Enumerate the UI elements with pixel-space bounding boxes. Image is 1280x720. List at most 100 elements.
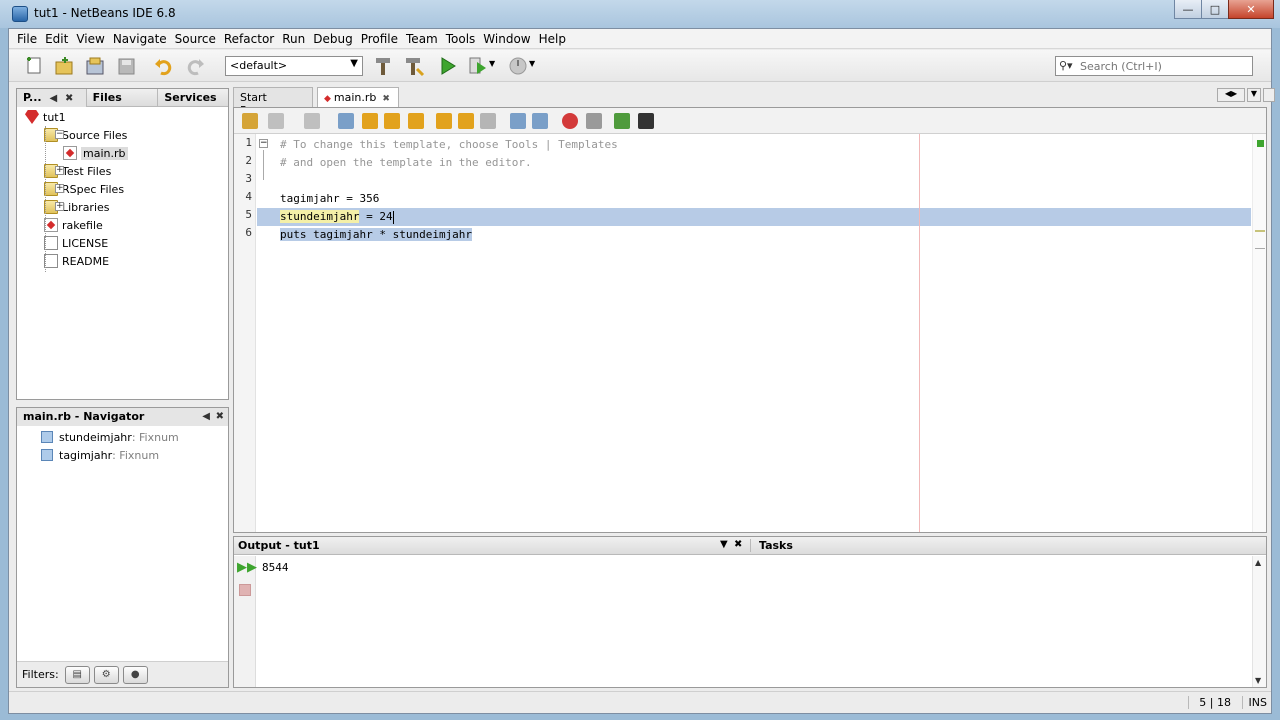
menu-source[interactable]: Source [171,32,220,46]
shift-right-icon[interactable] [532,113,548,129]
tree-item-label: LICENSE [62,236,109,250]
chevron-down-icon[interactable]: ▼ [1255,676,1261,685]
redo-button[interactable] [184,55,206,77]
search-input[interactable] [1080,58,1248,74]
find-next-icon[interactable] [384,113,400,129]
expand-icon[interactable]: + [55,166,64,175]
tree-item[interactable]: + Libraries [44,198,110,216]
toggle-bookmark-icon[interactable] [480,113,496,129]
find-previous-icon[interactable] [362,113,378,129]
minimize-window-icon[interactable]: ◀ [202,411,210,422]
close-icon[interactable]: ✖ [734,539,742,550]
collapse-icon[interactable]: − [55,130,64,139]
stripe-mark[interactable] [1255,248,1265,249]
new-file-button[interactable] [23,55,45,77]
save-all-button[interactable] [115,55,137,77]
shift-left-icon[interactable] [510,113,526,129]
filter-static-button[interactable]: ⚙ [93,665,119,684]
tab-list-button[interactable]: ▼ [1247,88,1261,102]
tree-item[interactable]: + RSpec Files [44,180,124,198]
next-bookmark-icon[interactable] [458,113,474,129]
undo-button[interactable] [153,55,175,77]
expand-icon[interactable]: + [55,202,64,211]
maximize-editor-button[interactable] [1263,88,1275,102]
navigator-item[interactable]: stundeimjahr : Fixnum [41,428,179,446]
tab-projects[interactable]: P... ◀ ✖ [17,89,87,107]
tab-main-rb-label: main.rb [333,91,377,104]
profile-menu-button[interactable]: ▼ [529,55,539,77]
run-button[interactable] [437,55,459,77]
navigator-item[interactable]: tagimjahr : Fixnum [41,446,159,464]
build-button[interactable] [373,55,395,77]
filter-fields-button[interactable]: ▤ [64,665,90,684]
new-project-button[interactable] [53,55,75,77]
forward-button[interactable] [304,113,320,129]
menu-refactor[interactable]: Refactor [220,32,278,46]
fields-filter-icon: ▤ [72,669,82,680]
configuration-dropdown[interactable]: <default> ▼ [225,56,363,76]
fold-toggle-icon[interactable]: − [259,139,268,148]
last-edit-button[interactable] [242,113,258,129]
menu-team[interactable]: Team [402,32,442,46]
tab-start-page[interactable]: Start Page✖ [233,87,313,117]
tasks-title[interactable]: Tasks [750,539,793,552]
close-button[interactable]: ✕ [1228,0,1274,19]
output-scrollbar[interactable]: ▲ ▼ [1252,556,1266,687]
minimize-window-icon[interactable]: ◀ [49,93,57,104]
stop-macro-icon[interactable] [586,113,602,129]
menu-debug[interactable]: Debug [309,32,356,46]
debug-button[interactable] [467,55,489,77]
start-macro-icon[interactable] [562,113,578,129]
quick-search[interactable]: ⚲▾ [1055,56,1253,76]
tab-services[interactable]: Services [158,89,228,107]
back-button[interactable] [268,113,284,129]
debug-menu-button[interactable]: ▼ [489,55,499,77]
tree-item[interactable]: README [44,252,109,270]
minimize-button[interactable]: — [1174,0,1202,19]
maximize-button[interactable]: □ [1201,0,1229,19]
tree-item-label: tut1 [43,110,66,124]
tab-files[interactable]: Files [87,89,159,107]
expand-icon[interactable]: + [55,184,64,193]
open-project-button[interactable] [84,55,106,77]
tab-scroll-buttons[interactable]: ◀▶ [1217,88,1245,102]
tree-item[interactable]: rakefile [44,216,103,234]
toggle-highlight-icon[interactable] [408,113,424,129]
rerun-icon[interactable]: ▶▶ [237,560,257,575]
menu-file[interactable]: File [13,32,41,46]
uncomment-icon[interactable] [638,113,654,129]
stop-icon[interactable] [239,584,251,596]
menu-tools[interactable]: Tools [442,32,480,46]
output-text: 8544 [262,561,289,574]
tree-guide [45,126,46,272]
output-title[interactable]: Output - tut1 [238,539,320,552]
tree-item[interactable]: − Source Files [44,126,127,144]
close-icon[interactable]: ✖ [65,93,73,104]
previous-bookmark-icon[interactable] [436,113,452,129]
close-icon[interactable]: ✖ [216,411,224,422]
comment-icon[interactable] [614,113,630,129]
menu-help[interactable]: Help [535,32,570,46]
code-text-area[interactable]: − # To change this template, choose Tool… [257,134,1251,532]
menu-navigate[interactable]: Navigate [109,32,171,46]
tab-main-rb[interactable]: ◆ main.rb ✖ [317,87,399,107]
tree-item[interactable]: LICENSE [44,234,108,252]
close-icon[interactable]: ✖ [382,94,390,104]
profile-button[interactable] [507,55,529,77]
menu-run[interactable]: Run [278,32,309,46]
menu-profile[interactable]: Profile [357,32,402,46]
menu-view[interactable]: View [72,32,108,46]
menu-window[interactable]: Window [479,32,534,46]
minimize-window-icon[interactable]: ▼ [720,539,728,550]
tree-item[interactable]: tut1 [25,108,66,126]
menu-edit[interactable]: Edit [41,32,72,46]
tree-item-label: rakefile [62,218,103,232]
tree-item[interactable]: main.rb [63,144,128,162]
filter-private-button[interactable]: ● [122,665,148,684]
chevron-up-icon[interactable]: ▲ [1255,558,1261,567]
find-selection-icon[interactable] [338,113,354,129]
clean-build-button[interactable] [403,55,425,77]
code-editor[interactable]: 1 2 3 4 5 6 − # To change this template,… [233,107,1267,533]
stripe-mark[interactable] [1255,230,1265,232]
tree-item[interactable]: + Test Files [44,162,111,180]
